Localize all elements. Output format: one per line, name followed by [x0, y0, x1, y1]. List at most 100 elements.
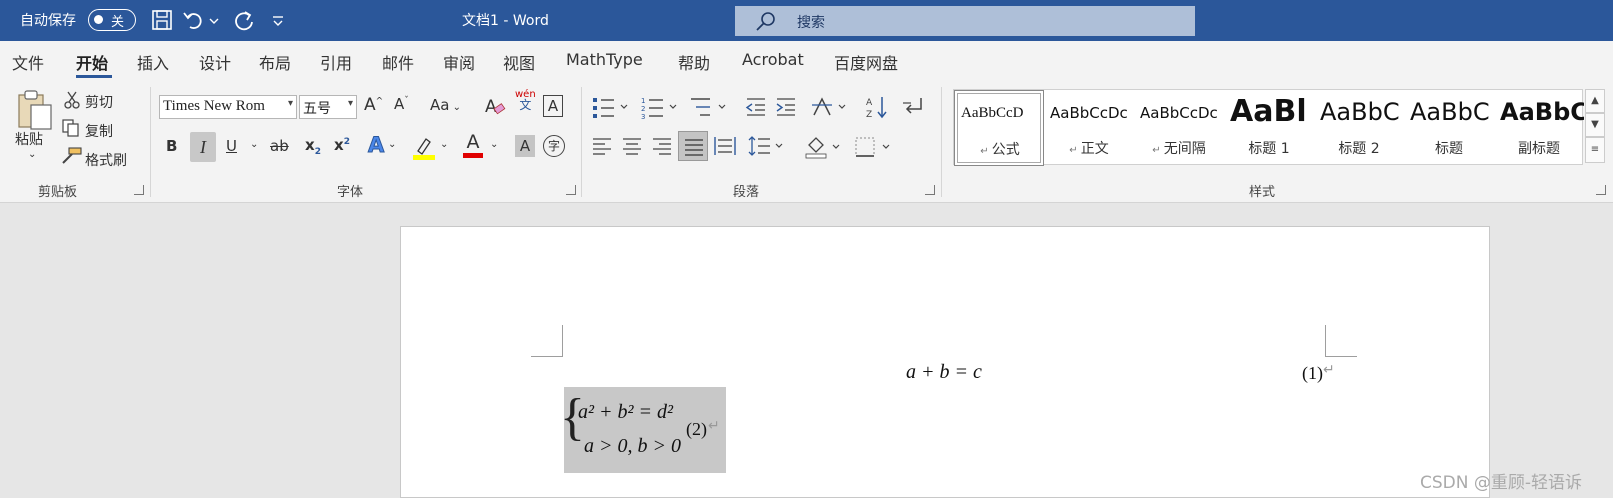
title-bar: 自动保存 关 文档1 - Word 搜索: [0, 0, 1613, 41]
equation-2-line-1[interactable]: a² + b² = d²: [578, 401, 673, 424]
search-box[interactable]: 搜索: [735, 6, 1195, 36]
cut-button[interactable]: 剪切: [85, 92, 113, 112]
equation-1-number: (1): [1302, 363, 1323, 383]
equation-2-number: (2): [686, 419, 707, 439]
equation-2-line-2[interactable]: a > 0, b > 0: [584, 435, 681, 458]
copy-icon[interactable]: [62, 119, 80, 137]
change-case-button[interactable]: Aa ⌄: [430, 96, 461, 114]
borders-icon[interactable]: [855, 137, 895, 159]
highlight-icon[interactable]: [412, 135, 436, 161]
superscript-button[interactable]: x2: [334, 136, 350, 154]
style-item-formula[interactable]: AaBbCcD ↵ 公式: [954, 90, 1044, 166]
tab-design[interactable]: 设计: [199, 50, 231, 74]
style-item-heading-1[interactable]: AaBl 标题 1: [1224, 90, 1314, 166]
style-name: 副标题: [1518, 141, 1560, 157]
style-item-subtitle[interactable]: AaBbC 副标题: [1494, 90, 1584, 166]
save-icon[interactable]: [150, 8, 174, 32]
font-name-combo[interactable]: Times New Rom ▾: [159, 95, 297, 119]
increase-indent-icon[interactable]: [775, 97, 797, 117]
align-center-icon[interactable]: [622, 137, 642, 155]
copy-button[interactable]: 复制: [85, 121, 113, 141]
line-spacing-icon[interactable]: [748, 135, 788, 157]
equation-1[interactable]: a + b = c: [906, 361, 982, 384]
tab-file[interactable]: 文件: [12, 50, 44, 74]
style-sample: AaBbCcDc: [1050, 104, 1128, 122]
character-shading-button[interactable]: A: [515, 135, 535, 157]
decrease-indent-icon[interactable]: [745, 97, 767, 117]
tab-insert[interactable]: 插入: [137, 50, 169, 74]
strikethrough-button[interactable]: ab: [270, 137, 289, 155]
shrink-font-icon[interactable]: Aˇ: [394, 95, 409, 113]
font-dialog-launcher[interactable]: [566, 185, 576, 195]
subscript-button[interactable]: x2: [305, 136, 321, 157]
svg-text:3: 3: [641, 113, 645, 119]
customize-toolbar-icon[interactable]: [270, 8, 286, 32]
tab-layout[interactable]: 布局: [259, 50, 291, 74]
character-border-icon[interactable]: A: [543, 95, 563, 117]
show-formatting-marks-icon[interactable]: [901, 95, 925, 119]
font-color-dropdown-icon[interactable]: ⌄: [490, 139, 498, 150]
text-effects-button[interactable]: A: [367, 133, 384, 158]
tab-view[interactable]: 视图: [503, 50, 535, 74]
undo-dropdown-icon[interactable]: [208, 8, 220, 32]
tab-mathtype[interactable]: MathType: [566, 50, 643, 69]
numbering-icon[interactable]: 123: [641, 95, 681, 119]
gallery-scroll-up-button[interactable]: ▲: [1585, 89, 1605, 113]
justify-button[interactable]: [678, 131, 708, 161]
underline-button[interactable]: U: [226, 137, 237, 155]
bold-button[interactable]: B: [166, 137, 177, 155]
paragraph-dialog-launcher[interactable]: [925, 185, 935, 195]
align-left-icon[interactable]: [592, 137, 612, 155]
enclose-characters-button[interactable]: 字: [543, 135, 565, 157]
font-size-combo[interactable]: 五号 ▾: [299, 95, 357, 119]
text-direction-icon[interactable]: [811, 95, 851, 119]
format-painter-button[interactable]: 格式刷: [85, 150, 127, 170]
svg-text:2: 2: [641, 105, 645, 113]
gallery-more-button[interactable]: ≡: [1585, 137, 1605, 163]
style-item-title[interactable]: AaBbC 标题: [1404, 90, 1494, 166]
align-right-icon[interactable]: [652, 137, 672, 155]
paste-icon[interactable]: [16, 89, 54, 131]
tab-home[interactable]: 开始: [76, 50, 108, 74]
underline-dropdown-icon[interactable]: ⌄: [250, 139, 258, 150]
tab-baidu-netdisk[interactable]: 百度网盘: [834, 50, 898, 74]
text-effects-dropdown-icon[interactable]: ⌄: [388, 139, 396, 150]
tab-references[interactable]: 引用: [320, 50, 352, 74]
ribbon-tabs: 文件 开始 插入 设计 布局 引用 邮件 审阅 视图 MathType 帮助 A…: [0, 41, 1613, 81]
tab-help[interactable]: 帮助: [678, 50, 710, 74]
phonetic-guide-bottom: 文: [519, 98, 532, 112]
search-icon: [756, 12, 775, 31]
sort-icon[interactable]: AZ: [866, 95, 890, 119]
font-color-bar: [463, 153, 483, 158]
gallery-scroll-down-button[interactable]: ▼: [1585, 113, 1605, 137]
style-name: ↵ 无间隔: [1152, 141, 1206, 157]
search-placeholder: 搜索: [797, 15, 825, 31]
shading-icon[interactable]: [805, 135, 845, 159]
bullets-icon[interactable]: [592, 95, 632, 119]
paste-button-label[interactable]: 粘贴: [15, 129, 43, 149]
style-item-heading-2[interactable]: AaBbC 标题 2: [1314, 90, 1404, 166]
clear-formatting-icon[interactable]: A: [484, 95, 506, 117]
style-name: 标题 2: [1338, 141, 1380, 157]
tab-acrobat[interactable]: Acrobat: [742, 50, 804, 69]
highlight-dropdown-icon[interactable]: ⌄: [440, 139, 448, 150]
style-item-normal[interactable]: AaBbCcDc ↵ 正文: [1044, 90, 1134, 166]
format-painter-icon[interactable]: [60, 147, 82, 165]
grow-font-icon[interactable]: A^: [364, 95, 383, 115]
undo-icon[interactable]: [182, 8, 206, 32]
svg-text:A: A: [485, 97, 497, 117]
style-item-no-spacing[interactable]: AaBbCcDc ↵ 无间隔: [1134, 90, 1224, 166]
tab-mailings[interactable]: 邮件: [382, 50, 414, 74]
phonetic-guide-icon[interactable]: wén 文: [515, 90, 536, 112]
redo-icon[interactable]: [232, 8, 256, 32]
cut-icon[interactable]: [64, 91, 80, 109]
autosave-toggle[interactable]: 关: [88, 9, 136, 31]
clipboard-dialog-launcher[interactable]: [134, 185, 144, 195]
italic-button[interactable]: I: [190, 132, 216, 162]
tab-review[interactable]: 审阅: [443, 50, 475, 74]
multilevel-list-icon[interactable]: [690, 95, 730, 119]
styles-dialog-launcher[interactable]: [1596, 185, 1606, 195]
paste-dropdown-icon[interactable]: ⌄: [28, 149, 36, 160]
font-color-button[interactable]: A: [463, 131, 483, 158]
distributed-align-icon[interactable]: [714, 136, 736, 156]
